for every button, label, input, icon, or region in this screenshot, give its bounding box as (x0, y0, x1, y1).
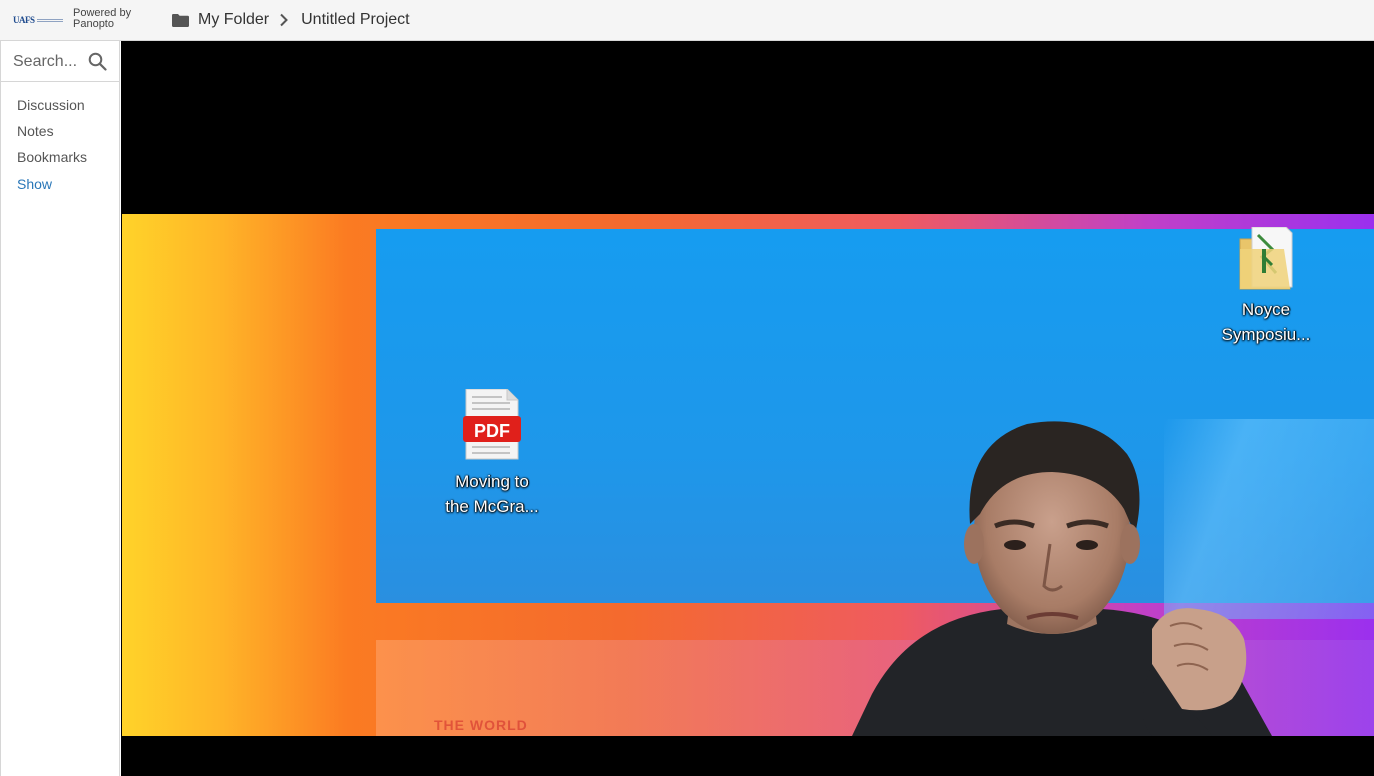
video-letterbox-bottom (121, 736, 1374, 776)
logo-lines (36, 18, 63, 22)
pdf-label-line-1: Moving to (455, 472, 529, 491)
desktop-icon-pdf: PDF Moving to the McGra... (432, 388, 552, 519)
sidebar-nav: Discussion Notes Bookmarks Show (17, 97, 87, 202)
pdf-badge-text: PDF (474, 421, 510, 441)
presenter-webcam (852, 414, 1322, 736)
blurred-text: THE WORLD (434, 717, 528, 733)
sidebar: Discussion Notes Bookmarks Show (0, 41, 120, 776)
sidebar-item-bookmarks[interactable]: Bookmarks (17, 149, 87, 175)
shared-screen: THE WORLD PDF Moving to the McGra... Noy… (122, 214, 1374, 736)
video-player[interactable]: THE WORLD PDF Moving to the McGra... Noy… (121, 41, 1374, 776)
noyce-label-line-1: Noyce (1241, 300, 1291, 319)
sidebar-item-discussion[interactable]: Discussion (17, 97, 87, 123)
breadcrumb-my-folder[interactable]: My Folder (198, 11, 269, 29)
breadcrumb-project-title[interactable]: Untitled Project (301, 11, 410, 29)
compressed-folder-icon (1238, 226, 1294, 293)
search-icon[interactable] (88, 52, 107, 71)
logo-mark: UAFS (13, 15, 35, 25)
show-toggle-link[interactable]: Show (17, 176, 87, 202)
noyce-label-line-2: Symposiu... (1221, 325, 1311, 344)
folder-icon (172, 13, 189, 27)
powered-line-2: Panopto (73, 18, 114, 30)
sidebar-item-notes[interactable]: Notes (17, 123, 87, 149)
search-box (1, 41, 119, 82)
university-logo[interactable]: UAFS (13, 14, 63, 26)
desktop-icon-noyce: Noyce Symposiu... (1210, 226, 1322, 347)
breadcrumb: My Folder Untitled Project (172, 0, 410, 40)
chevron-right-icon (279, 13, 289, 27)
powered-by-panopto[interactable]: Powered by Panopto (73, 8, 131, 30)
pdf-file-icon: PDF (463, 388, 521, 461)
top-header: UAFS Powered by Panopto My Folder Untitl… (0, 0, 1374, 41)
search-input[interactable] (13, 51, 81, 73)
pdf-label-line-2: the McGra... (445, 497, 539, 516)
